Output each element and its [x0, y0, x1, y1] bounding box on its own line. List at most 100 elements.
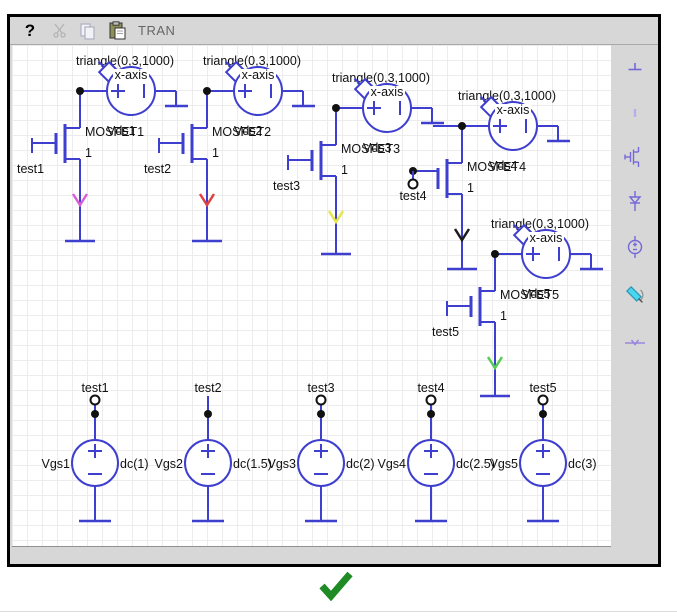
gate-net-label: test2 — [144, 162, 171, 176]
axis-label: x-axis — [242, 68, 275, 82]
junction-dot — [458, 122, 466, 130]
mosfet-param-label: 1 — [85, 146, 92, 160]
nmos-symbol[interactable] — [471, 254, 510, 396]
vds-source-symbol[interactable]: x-axis — [234, 67, 282, 115]
axis-label: x-axis — [371, 85, 404, 99]
analysis-mode-label: TRAN — [138, 23, 175, 38]
nmos-symbol[interactable] — [438, 126, 477, 269]
net-label: test4 — [417, 381, 444, 395]
test-circuit-block[interactable]: triangle(0,3,1000)x-axistest5MOSFET5Vds5… — [432, 217, 603, 396]
palette-item-wire[interactable] — [621, 99, 649, 127]
mosfet-param-label: 1 — [467, 181, 474, 195]
terminal-circle — [427, 396, 436, 405]
component-palette — [611, 45, 658, 564]
palette-item-signal-generator[interactable] — [621, 281, 649, 309]
vgs-source[interactable]: test3 Vgs3 dc(2) — [268, 381, 375, 521]
palette-item-diode[interactable] — [621, 187, 649, 215]
vds-source-symbol[interactable]: x-axis — [489, 102, 537, 150]
net-label: test1 — [81, 381, 108, 395]
nmos-symbol[interactable] — [183, 91, 222, 241]
gate-net-label: test4 — [399, 189, 426, 203]
net-label: test3 — [307, 381, 334, 395]
page-divider — [0, 611, 677, 612]
paste-button[interactable] — [107, 21, 127, 41]
junction-dot — [91, 410, 99, 418]
vds-name-label: Vds2 — [234, 124, 263, 138]
palette-item-ground[interactable] — [621, 55, 649, 83]
terminal-circle — [317, 396, 326, 405]
stimulus-label: triangle(0,3,1000) — [203, 54, 301, 68]
terminal-circle — [91, 396, 100, 405]
junction-dot — [332, 104, 340, 112]
terminal-circle — [539, 396, 548, 405]
ground-icon — [623, 57, 647, 81]
junction-dot — [203, 87, 211, 95]
source-name-label: Vgs3 — [268, 457, 297, 471]
mosfet-param-label: 1 — [212, 146, 219, 160]
gate-net-label: test3 — [273, 179, 300, 193]
stimulus-label: triangle(0,3,1000) — [332, 71, 430, 85]
source-value-label: dc(1) — [120, 457, 148, 471]
help-button[interactable]: ? — [20, 21, 40, 41]
check-icon — [318, 571, 354, 601]
gate-net-label: test1 — [17, 162, 44, 176]
palette-item-nmos[interactable] — [621, 143, 649, 171]
mosfet-param-label: 1 — [500, 309, 507, 323]
junction-dot — [491, 250, 499, 258]
net-label: test2 — [194, 381, 221, 395]
test-circuit-block[interactable]: triangle(0,3,1000)x-axistest3MOSFET3Vds3… — [273, 71, 444, 254]
junction-dot — [317, 410, 325, 418]
signal-generator-icon — [623, 283, 647, 307]
vds-name-label: Vds3 — [363, 141, 392, 155]
vds-source-symbol[interactable]: x-axis — [363, 84, 411, 132]
current-probe-icon — [623, 331, 647, 355]
palette-item-current-probe[interactable] — [621, 329, 649, 357]
vds-name-label: Vds5 — [522, 287, 551, 301]
copy-icon — [79, 22, 97, 40]
axis-label: x-axis — [115, 68, 148, 82]
nmos-symbol[interactable] — [312, 108, 351, 254]
nmos-symbol[interactable] — [56, 91, 95, 241]
vds-source-symbol[interactable]: x-axis — [107, 67, 155, 115]
paste-icon — [108, 21, 127, 40]
vgs-source[interactable]: test5Vgs5dc(3) — [490, 381, 597, 521]
cut-button[interactable] — [49, 21, 69, 41]
junction-dot — [539, 410, 547, 418]
test-circuit-block[interactable]: triangle(0,3,1000)x-axistest2MOSFET2Vds2… — [144, 54, 315, 241]
vgs-source[interactable]: test2 Vgs2 dc(1.5) — [155, 381, 272, 521]
junction-dot — [427, 410, 435, 418]
source-value-label: dc(1.5) — [233, 457, 272, 471]
source-name-label: Vgs2 — [155, 457, 184, 471]
gate-net-label: test5 — [432, 325, 459, 339]
axis-label: x-axis — [530, 231, 563, 245]
vds-source-symbol[interactable]: x-axis — [522, 230, 570, 278]
stimulus-label: triangle(0,3,1000) — [76, 54, 174, 68]
vgs-source[interactable]: test4Vgs4dc(2.5) — [378, 381, 495, 521]
terminal-circle — [409, 180, 418, 189]
source-value-label: dc(3) — [568, 457, 596, 471]
source-name-label: Vgs1 — [42, 457, 71, 471]
dc-source-icon — [623, 235, 647, 259]
palette-item-dc-source[interactable] — [621, 233, 649, 261]
stimulus-label: triangle(0,3,1000) — [491, 217, 589, 231]
toolbar: ? — [10, 17, 658, 45]
mosfet-param-label: 1 — [341, 163, 348, 177]
wire-icon — [623, 101, 647, 125]
diode-icon — [623, 189, 647, 213]
test-circuit-block[interactable]: triangle(0,3,1000)x-axistest1MOSFET1Vds1… — [17, 54, 188, 241]
net-label: test5 — [529, 381, 556, 395]
copy-button[interactable] — [78, 21, 98, 41]
source-value-label: dc(2) — [346, 457, 374, 471]
help-icon: ? — [25, 21, 35, 41]
stimulus-label: triangle(0,3,1000) — [458, 89, 556, 103]
junction-dot — [204, 410, 212, 418]
vds-name-label: Vds4 — [489, 159, 518, 173]
schematic-drawing: triangle(0,3,1000)x-axistest1MOSFET1Vds1… — [12, 45, 613, 546]
axis-label: x-axis — [497, 103, 530, 117]
vds-name-label: Vds1 — [107, 124, 136, 138]
schematic-canvas[interactable]: triangle(0,3,1000)x-axistest1MOSFET1Vds1… — [12, 45, 614, 547]
junction-dot — [76, 87, 84, 95]
source-name-label: Vgs4 — [378, 457, 407, 471]
vgs-source[interactable]: test1 Vgs1 dc(1) — [42, 381, 149, 521]
nmos-icon — [623, 145, 647, 169]
